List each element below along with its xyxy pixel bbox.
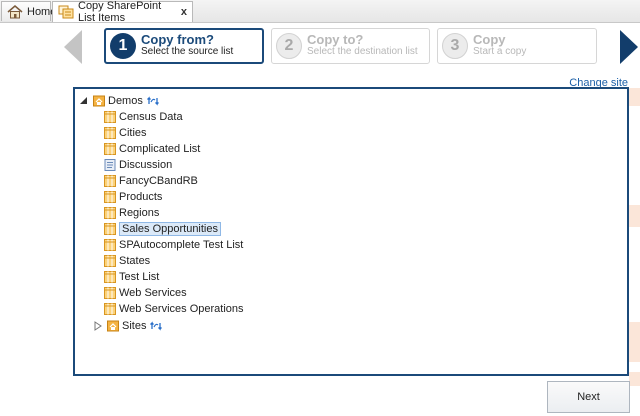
source-list-tree-panel: Demos Census Data Cities Complicated Lis… xyxy=(73,87,629,376)
list-icon xyxy=(104,239,116,251)
step-subtitle: Select the destination list xyxy=(307,46,418,57)
tree-item-fancycbandrb[interactable]: FancyCBandRB xyxy=(104,173,198,189)
step-title: Copy from? xyxy=(141,32,214,47)
site-icon xyxy=(93,95,105,107)
tab-copy-sharepoint-list-items[interactable]: Copy SharePoint List Items x xyxy=(52,0,193,24)
tree-item-label: Web Services Operations xyxy=(119,303,244,315)
step-number: 1 xyxy=(110,33,136,59)
tree-node-label: Sites xyxy=(122,320,147,332)
tree-item-label: Regions xyxy=(119,207,160,219)
tree-item-regions[interactable]: Regions xyxy=(104,205,159,221)
tree-item-test-list[interactable]: Test List xyxy=(104,269,159,285)
tree-item-label: SPAutocomplete Test List xyxy=(119,239,244,251)
tree-node-demos[interactable]: Demos xyxy=(79,93,159,109)
tree-item-label: Web Services xyxy=(119,287,187,299)
list-icon xyxy=(104,175,116,187)
tree-item-discussion[interactable]: Discussion xyxy=(104,157,172,173)
list-icon xyxy=(104,127,116,139)
list-icon xyxy=(104,191,116,203)
tree-item-web-services-operations[interactable]: Web Services Operations xyxy=(104,301,244,317)
decorative-accent xyxy=(629,322,640,362)
list-icon xyxy=(104,143,116,155)
decorative-accent xyxy=(629,88,640,106)
wizard-step-copy[interactable]: 3 Copy Start a copy xyxy=(437,28,597,64)
tree-item-products[interactable]: Products xyxy=(104,189,162,205)
step-number: 3 xyxy=(442,33,468,59)
list-icon xyxy=(104,287,116,299)
decorative-accent xyxy=(629,205,640,227)
tree-item-label: Sales Opportunities xyxy=(119,222,221,236)
list-icon xyxy=(104,207,116,219)
step-subtitle: Select the source list xyxy=(141,46,234,57)
tree-item-complicated-list[interactable]: Complicated List xyxy=(104,141,200,157)
list-icon xyxy=(104,303,116,315)
tab-close-icon[interactable]: x xyxy=(181,6,187,18)
decorative-accent xyxy=(629,372,640,386)
tree-item-spautocomplete-test-list[interactable]: SPAutocomplete Test List xyxy=(104,237,243,253)
tree-item-label: FancyCBandRB xyxy=(119,175,198,187)
tree-item-census-data[interactable]: Census Data xyxy=(104,109,183,125)
copy-list-icon xyxy=(58,5,74,19)
previous-arrow-icon[interactable] xyxy=(64,30,82,64)
list-icon xyxy=(104,271,116,283)
list-icon xyxy=(104,255,116,267)
step-subtitle: Start a copy xyxy=(473,46,527,57)
wizard-step-copy-to[interactable]: 2 Copy to? Select the destination list xyxy=(271,28,430,64)
tab-home[interactable]: Home xyxy=(1,1,56,21)
tree-item-label: Products xyxy=(119,191,163,203)
site-icon xyxy=(107,320,119,332)
collapse-triangle-icon[interactable] xyxy=(79,96,89,106)
tree-node-label: Demos xyxy=(108,95,143,107)
discussion-icon xyxy=(104,159,116,171)
tree-node-sites[interactable]: Sites xyxy=(93,318,163,334)
home-icon xyxy=(7,4,23,18)
tree-item-cities[interactable]: Cities xyxy=(104,125,147,141)
step-title: Copy to? xyxy=(307,32,364,47)
tree-item-label: Test List xyxy=(119,271,160,283)
tree-item-label: Discussion xyxy=(119,159,173,171)
next-button[interactable]: Next xyxy=(547,381,630,413)
tree-item-label: Complicated List xyxy=(119,143,201,155)
tree-item-sales-opportunities[interactable]: Sales Opportunities xyxy=(104,221,221,237)
expand-triangle-icon[interactable] xyxy=(93,321,103,331)
tree-item-web-services[interactable]: Web Services xyxy=(104,285,187,301)
list-icon xyxy=(104,111,116,123)
tree-item-label: Cities xyxy=(119,127,147,139)
refresh-icon[interactable] xyxy=(150,321,163,331)
step-title: Copy xyxy=(473,32,506,47)
tab-copy-label: Copy SharePoint List Items xyxy=(78,0,162,24)
step-number: 2 xyxy=(276,33,302,59)
list-icon xyxy=(104,223,116,235)
tree-item-label: States xyxy=(119,255,151,267)
refresh-icon[interactable] xyxy=(146,96,159,106)
next-arrow-icon[interactable] xyxy=(620,30,638,64)
tab-strip: Home Copy SharePoint List Items x xyxy=(0,0,640,24)
wizard-step-copy-from[interactable]: 1 Copy from? Select the source list xyxy=(104,28,264,64)
tree-item-states[interactable]: States xyxy=(104,253,150,269)
tree-item-label: Census Data xyxy=(119,111,183,123)
